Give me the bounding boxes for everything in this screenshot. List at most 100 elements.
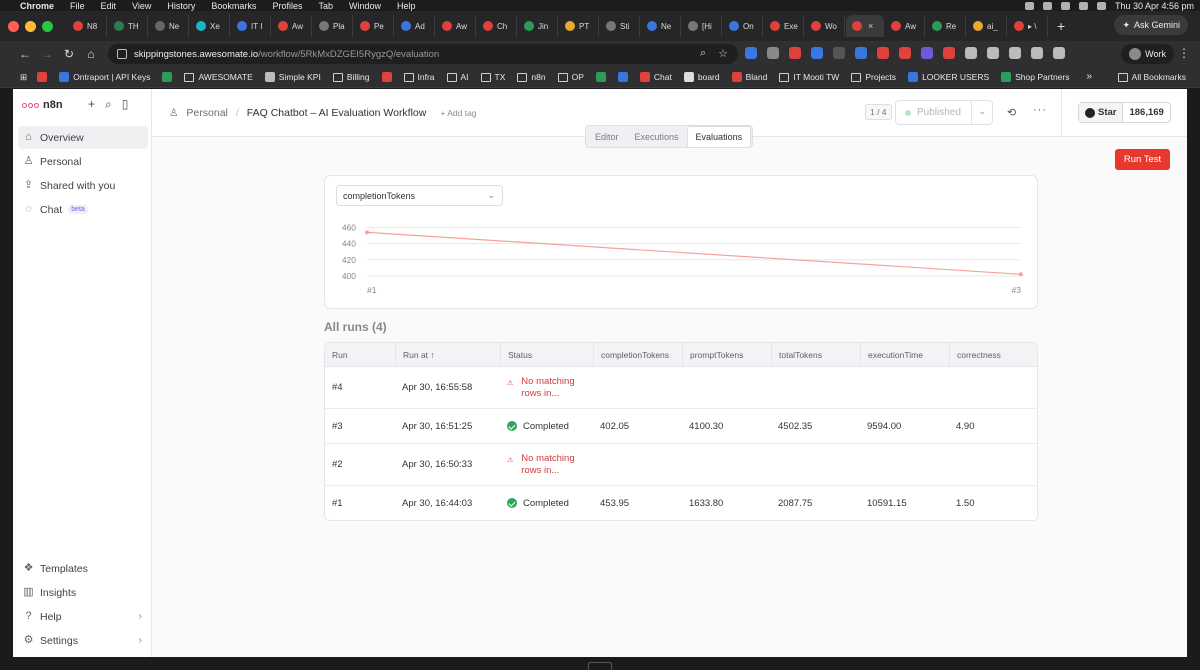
menu-item-tab[interactable]: Tab bbox=[318, 1, 333, 11]
bookmark-item[interactable]: board bbox=[683, 72, 720, 82]
history-icon[interactable]: ⟲ bbox=[1007, 106, 1016, 119]
extension-icon[interactable] bbox=[943, 47, 955, 59]
browser-tab[interactable]: Ne bbox=[641, 15, 681, 37]
sidebar-item-insights[interactable]: ▥ Insights bbox=[18, 581, 148, 604]
extension-icon[interactable] bbox=[833, 47, 845, 59]
bookmark-item[interactable] bbox=[381, 72, 392, 82]
n8n-logo[interactable]: n8n bbox=[22, 99, 63, 111]
browser-tab[interactable]: Aw bbox=[885, 15, 925, 37]
profile-button[interactable]: Work bbox=[1121, 44, 1174, 64]
minimize-window-icon[interactable] bbox=[25, 20, 36, 32]
more-options-icon[interactable]: ··· bbox=[1033, 104, 1047, 116]
bookmark-item[interactable] bbox=[617, 72, 628, 82]
collapse-sidebar-icon[interactable]: ▯ bbox=[122, 97, 129, 112]
menu-item-view[interactable]: View bbox=[132, 1, 151, 11]
address-bar[interactable]: skippingstones.awesomate.io/workflow/5Rk… bbox=[108, 44, 738, 64]
tab-evaluations[interactable]: Evaluations bbox=[686, 125, 752, 148]
menu-item-file[interactable]: File bbox=[70, 1, 85, 11]
close-window-icon[interactable] bbox=[8, 20, 19, 32]
browser-tab[interactable]: Pe bbox=[354, 15, 394, 37]
data-point[interactable] bbox=[365, 230, 369, 235]
new-tab-button[interactable]: + bbox=[1057, 18, 1065, 34]
table-row[interactable]: #3 Apr 30, 16:51:25 Completed 402.05 4100.30… bbox=[325, 409, 1037, 444]
browser-tab[interactable]: Pla bbox=[313, 15, 353, 37]
browser-tab[interactable]: On bbox=[723, 15, 763, 37]
extension-icon[interactable] bbox=[789, 47, 801, 59]
workflow-name[interactable]: FAQ Chatbot – AI Evaluation Workflow bbox=[247, 107, 427, 119]
extension-icon[interactable] bbox=[745, 47, 757, 59]
browser-tab[interactable]: Aw bbox=[272, 15, 312, 37]
zoom-icon[interactable]: ⌕ bbox=[700, 47, 706, 60]
published-button[interactable]: Published ⌄ bbox=[895, 100, 993, 125]
run-test-button[interactable]: Run Test bbox=[1115, 149, 1170, 170]
extension-icon[interactable] bbox=[877, 47, 889, 59]
extension-icon[interactable] bbox=[767, 47, 779, 59]
browser-tab[interactable]: ▸ \ bbox=[1008, 15, 1048, 37]
app-menu-chrome[interactable]: Chrome bbox=[20, 1, 54, 11]
menu-item-bookmarks[interactable]: Bookmarks bbox=[211, 1, 256, 11]
bookmark-item[interactable]: TX bbox=[480, 72, 505, 82]
bookmark-item[interactable]: Projects bbox=[851, 72, 896, 82]
search-icon[interactable]: ⌕ bbox=[105, 97, 112, 112]
data-point[interactable] bbox=[1019, 272, 1023, 277]
sidebar-item-settings[interactable]: ⚙ Settings › bbox=[18, 629, 148, 652]
apps-grid-icon[interactable]: ⊞ bbox=[20, 72, 27, 83]
browser-tab[interactable]: Aw bbox=[436, 15, 476, 37]
sidebar-item-personal[interactable]: ♙ Personal bbox=[18, 150, 148, 173]
site-info-icon[interactable] bbox=[117, 49, 127, 59]
close-tab-icon[interactable]: × bbox=[868, 21, 873, 31]
add-tag-button[interactable]: + Add tag bbox=[440, 108, 476, 118]
sidebar-item-shared-with-you[interactable]: ⇪ Shared with you bbox=[18, 174, 148, 197]
sidebar-item-templates[interactable]: ❖ Templates bbox=[18, 557, 148, 580]
browser-menu-icon[interactable]: ⋮ bbox=[1178, 46, 1190, 60]
bookmark-item[interactable]: Billing bbox=[332, 72, 370, 82]
status-badge[interactable]: ⚠ No matching rows in... bbox=[507, 376, 575, 400]
browser-tab[interactable]: N8 bbox=[67, 15, 107, 37]
zoom-window-icon[interactable] bbox=[42, 20, 53, 32]
browser-tab[interactable]: ai_ bbox=[967, 15, 1007, 37]
extension-icon[interactable] bbox=[811, 47, 823, 59]
menu-item-profiles[interactable]: Profiles bbox=[272, 1, 302, 11]
back-icon[interactable]: ← bbox=[14, 47, 36, 61]
bookmark-item[interactable]: Simple KPI bbox=[264, 72, 321, 82]
add-icon[interactable]: + bbox=[88, 97, 95, 112]
browser-tab-active[interactable]: × bbox=[846, 15, 884, 37]
bookmark-item[interactable]: Shop Partners bbox=[1001, 72, 1069, 82]
browser-tab[interactable]: IT I bbox=[231, 15, 271, 37]
bookmark-item[interactable]: AI bbox=[446, 72, 469, 82]
menu-item-help[interactable]: Help bbox=[397, 1, 416, 11]
browser-tab[interactable]: Exe bbox=[764, 15, 804, 37]
bookmark-item[interactable]: Infra bbox=[403, 72, 435, 82]
forward-icon[interactable]: → bbox=[36, 47, 58, 61]
reload-icon[interactable]: ↻ bbox=[58, 47, 80, 61]
status-icon[interactable] bbox=[1060, 1, 1070, 10]
bookmark-item[interactable]: n8n bbox=[517, 72, 546, 82]
browser-tab[interactable]: TH bbox=[108, 15, 148, 37]
browser-tab[interactable]: Wo bbox=[805, 15, 845, 37]
browser-tab[interactable]: Ch bbox=[477, 15, 517, 37]
extension-icon[interactable] bbox=[855, 47, 867, 59]
bookmark-item[interactable] bbox=[162, 72, 173, 82]
tab-executions[interactable]: Executions bbox=[627, 127, 687, 147]
browser-tab[interactable]: Ad bbox=[395, 15, 435, 37]
browser-tab[interactable]: [Hi bbox=[682, 15, 722, 37]
menu-item-history[interactable]: History bbox=[167, 1, 195, 11]
bookmark-item[interactable]: Ontraport | API Keys bbox=[59, 72, 150, 82]
extension-icon[interactable] bbox=[899, 47, 911, 59]
extension-icon[interactable] bbox=[921, 47, 933, 59]
bookmark-item[interactable]: Chat bbox=[639, 72, 672, 82]
breadcrumb-project[interactable]: Personal bbox=[186, 107, 227, 119]
bookmark-star-icon[interactable]: ☆ bbox=[718, 47, 728, 60]
reading-list-icon[interactable] bbox=[1009, 47, 1021, 59]
bookmark-item[interactable]: IT Mooti TW bbox=[779, 72, 839, 82]
bookmark-item[interactable] bbox=[595, 72, 606, 82]
github-star-button[interactable]: Star 186,169 bbox=[1078, 102, 1171, 123]
status-badge[interactable]: ⚠ No matching rows in... bbox=[507, 453, 575, 477]
bookmark-item[interactable] bbox=[37, 72, 48, 82]
home-icon[interactable]: ⌂ bbox=[80, 47, 102, 61]
bookmark-item[interactable]: Bland bbox=[731, 72, 767, 82]
menu-item-edit[interactable]: Edit bbox=[101, 1, 117, 11]
ask-gemini-button[interactable]: ✦ Ask Gemini bbox=[1114, 15, 1188, 35]
table-row[interactable]: #2 Apr 30, 16:50:33 ⚠ No matching rows in... bbox=[325, 444, 1037, 486]
tab-editor[interactable]: Editor bbox=[587, 127, 627, 147]
